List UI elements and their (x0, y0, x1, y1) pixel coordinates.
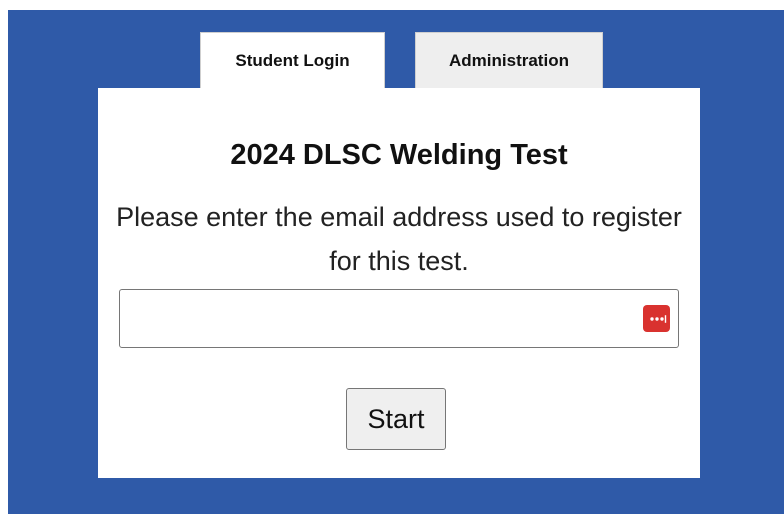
login-panel-background: Student Login Administration 2024 DLSC W… (8, 10, 784, 514)
email-field (119, 289, 679, 348)
test-title: 2024 DLSC Welding Test (230, 139, 568, 171)
email-instruction: Please enter the email address used to r… (116, 202, 682, 276)
tab-administration[interactable]: Administration (415, 32, 603, 96)
login-card: 2024 DLSC Welding Test Please enter the … (98, 88, 700, 478)
password-dots-icon (649, 314, 666, 323)
tab-student-login-label: Student Login (235, 51, 350, 70)
tab-administration-label: Administration (449, 51, 569, 70)
start-button[interactable]: Start (346, 388, 446, 450)
email-input[interactable] (120, 290, 678, 347)
password-manager-icon[interactable] (643, 305, 670, 332)
